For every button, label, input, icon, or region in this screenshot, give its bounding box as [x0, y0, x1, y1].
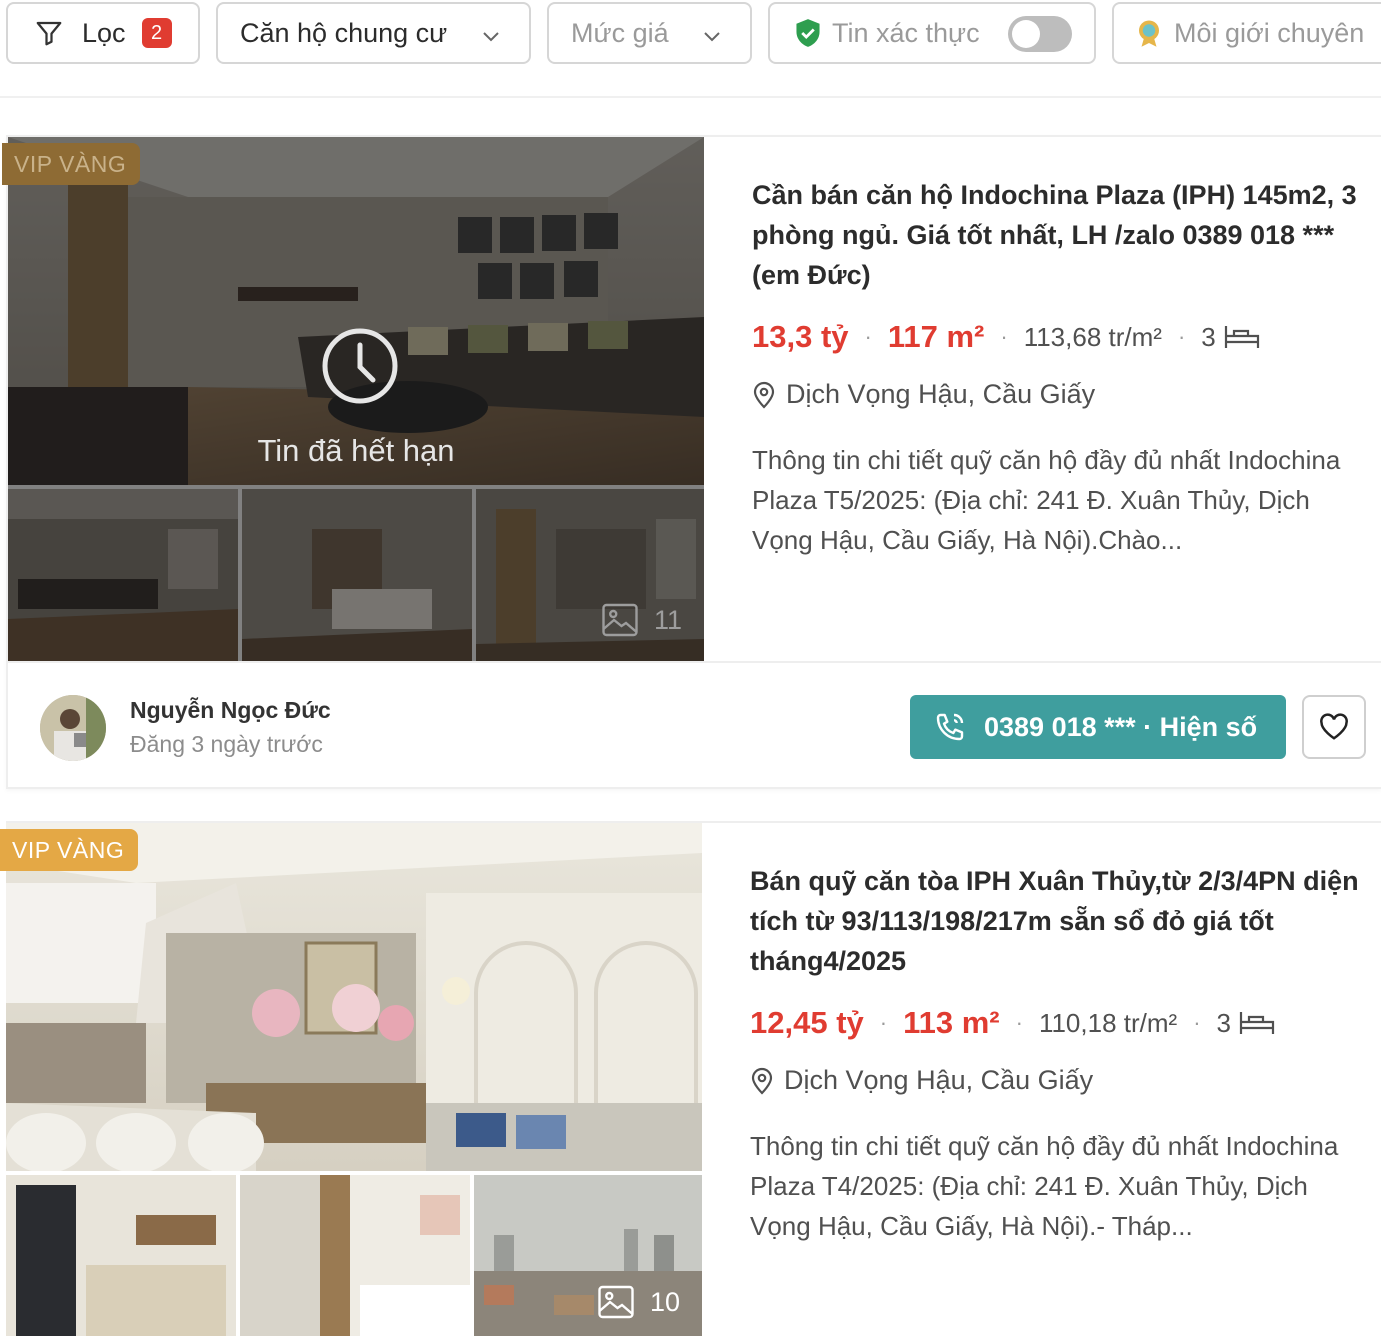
- filter-bar: Lọc 2 Căn hộ chung cư Mức giá Tin xác th…: [0, 0, 1381, 98]
- listing-card[interactable]: 10 VIP VÀNG Bán quỹ căn tòa IPH Xuân Thủ…: [0, 821, 1381, 1336]
- filter-icon: [34, 18, 64, 48]
- expired-label: Tin đã hết hạn: [257, 433, 455, 468]
- location-pin-icon: [750, 1067, 784, 1095]
- vip-badge: VIP VÀNG: [0, 829, 139, 871]
- heart-icon: [1319, 713, 1349, 741]
- listing-thumbnail[interactable]: [240, 1175, 470, 1336]
- listing-meta: 12,45 tỷ · 113 m² · 110,18 tr/m² · 3: [750, 1003, 1360, 1043]
- property-type-dropdown[interactable]: Căn hộ chung cư: [216, 2, 531, 64]
- listing-info: Cần bán căn hộ Indochina Plaza (IPH) 145…: [752, 175, 1362, 560]
- separator-dot: ·: [1193, 1010, 1201, 1035]
- listing-price: 13,3 tỷ: [752, 319, 849, 354]
- verified-shield-icon: [794, 18, 822, 48]
- verified-filter[interactable]: Tin xác thực: [768, 2, 1096, 64]
- separator-dot: ·: [1015, 1010, 1023, 1035]
- broker-medal-icon: [1134, 18, 1164, 48]
- phone-icon: [934, 711, 984, 743]
- vip-badge: VIP VÀNG: [2, 143, 141, 185]
- photo-count[interactable]: 10: [598, 1285, 680, 1319]
- image-icon: [602, 603, 654, 637]
- chevron-down-icon: [479, 24, 503, 48]
- filter-count-badge: 2: [141, 18, 172, 48]
- location-text: Dịch Vọng Hậu, Cầu Giấy: [786, 379, 1096, 409]
- toggle-knob: [1012, 20, 1040, 48]
- listing-area: 117 m²: [887, 319, 985, 354]
- photo-count-value: 11: [653, 604, 682, 635]
- verified-label: Tin xác thực: [832, 17, 980, 48]
- posted-time: Đăng 3 ngày trước: [130, 731, 323, 757]
- verified-toggle[interactable]: [1008, 16, 1072, 52]
- favorite-button[interactable]: [1302, 695, 1366, 759]
- location-text: Dịch Vọng Hậu, Cầu Giấy: [784, 1065, 1094, 1095]
- broker-filter[interactable]: Môi giới chuyên: [1112, 2, 1381, 64]
- separator-dot: ·: [1000, 324, 1008, 349]
- separator-dot: ·: [1177, 324, 1186, 349]
- bedrooms-count: 3: [1216, 1007, 1231, 1038]
- phone-label: 0389 018 *** · Hiện số: [984, 711, 1258, 742]
- bed-icon: [1216, 324, 1260, 350]
- listing-bedrooms: 3: [1201, 322, 1259, 353]
- chevron-down-icon: [700, 24, 724, 48]
- listing-gallery[interactable]: Tin đã hết hạn 11 VIP VÀNG: [2, 137, 704, 661]
- bed-icon: [1231, 1010, 1275, 1036]
- listing-info: Bán quỹ căn tòa IPH Xuân Thủy,từ 2/3/4PN…: [750, 861, 1360, 1246]
- clock-icon: [321, 327, 399, 405]
- listing-title[interactable]: Bán quỹ căn tòa IPH Xuân Thủy,từ 2/3/4PN…: [750, 861, 1360, 981]
- show-phone-button[interactable]: 0389 018 *** · Hiện số: [910, 695, 1286, 759]
- listing-area: 113 m²: [903, 1005, 1000, 1040]
- listing-description: Thông tin chi tiết quỹ căn hộ đầy đủ nhấ…: [750, 1131, 1339, 1241]
- bedrooms-count: 3: [1201, 321, 1216, 352]
- price-placeholder: Mức giá: [571, 17, 669, 48]
- avatar[interactable]: [40, 695, 106, 761]
- property-type-value: Căn hộ chung cư: [240, 17, 448, 48]
- listing-price: 12,45 tỷ: [750, 1005, 864, 1040]
- separator-dot: ·: [864, 324, 872, 349]
- broker-label: Môi giới chuyên: [1174, 17, 1365, 48]
- listing-footer: Nguyễn Ngọc Đức Đăng 3 ngày trước 0389 0…: [8, 661, 1381, 789]
- photo-count[interactable]: 11: [602, 603, 682, 637]
- filter-button[interactable]: Lọc 2: [6, 2, 200, 64]
- listing-location: Dịch Vọng Hậu, Cầu Giấy: [752, 379, 1362, 410]
- price-dropdown[interactable]: Mức giá: [547, 2, 752, 64]
- agent-name[interactable]: Nguyễn Ngọc Đức: [130, 697, 331, 724]
- listing-price-per-m2: 110,18 tr/m²: [1038, 1007, 1178, 1038]
- location-pin-icon: [752, 381, 786, 409]
- listing-bedrooms: 3: [1217, 1008, 1275, 1039]
- separator-dot: ·: [879, 1010, 888, 1035]
- listing-location: Dịch Vọng Hậu, Cầu Giấy: [750, 1065, 1360, 1096]
- listing-price-per-m2: 113,68 tr/m²: [1023, 321, 1162, 352]
- filter-label: Lọc: [82, 17, 126, 48]
- listing-thumbnail[interactable]: [6, 1175, 236, 1336]
- listing-meta: 13,3 tỷ · 117 m² · 113,68 tr/m² · 3: [752, 317, 1362, 357]
- listing-card[interactable]: Tin đã hết hạn 11 VIP VÀNG Cần bán căn h…: [2, 135, 1381, 789]
- listing-description: Thông tin chi tiết quỹ căn hộ đầy đủ nhấ…: [752, 445, 1341, 555]
- photo-count-value: 10: [649, 1286, 680, 1317]
- listing-main-photo[interactable]: [6, 823, 702, 1171]
- listing-title[interactable]: Cần bán căn hộ Indochina Plaza (IPH) 145…: [752, 175, 1362, 295]
- image-icon: [598, 1285, 650, 1319]
- listing-gallery[interactable]: 10 VIP VÀNG: [0, 823, 702, 1336]
